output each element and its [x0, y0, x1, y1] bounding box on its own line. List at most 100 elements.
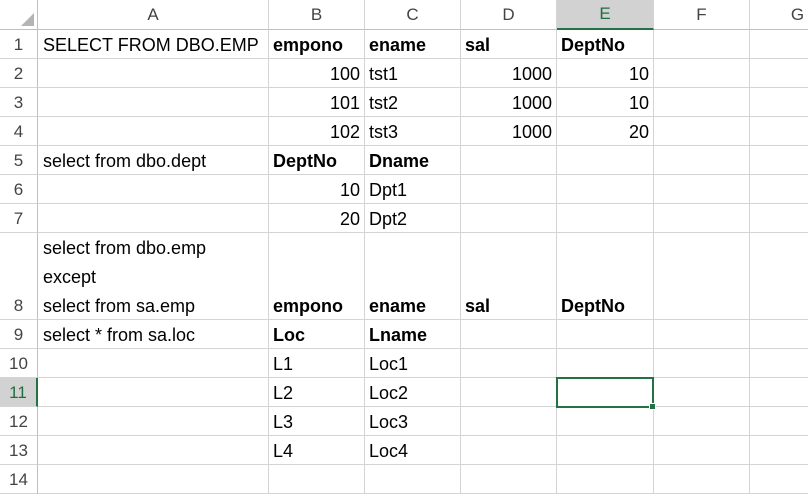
- grid-cell-a2[interactable]: [38, 59, 269, 88]
- grid-cell-f13[interactable]: [654, 436, 750, 465]
- row-header-8[interactable]: 8: [0, 233, 38, 320]
- grid-cell-d13[interactable]: [461, 436, 557, 465]
- grid-cell-e9[interactable]: [557, 320, 654, 349]
- grid-cell-g7[interactable]: [750, 204, 808, 233]
- grid-cell-e14[interactable]: [557, 465, 654, 494]
- grid-cell-f7[interactable]: [654, 204, 750, 233]
- grid-cell-f10[interactable]: [654, 349, 750, 378]
- row-header-5[interactable]: 5: [0, 146, 38, 175]
- grid-cell-f3[interactable]: [654, 88, 750, 117]
- grid-cell-e10[interactable]: [557, 349, 654, 378]
- cell-a8-line-3[interactable]: select from sa.emp: [43, 292, 195, 321]
- cell-e1[interactable]: DeptNo: [561, 31, 625, 60]
- grid-cell-g5[interactable]: [750, 146, 808, 175]
- cell-c2[interactable]: tst1: [369, 60, 398, 89]
- cell-c3[interactable]: tst2: [369, 89, 398, 118]
- grid-cell-a14[interactable]: [38, 465, 269, 494]
- cell-a8-line-1[interactable]: select from dbo.emp: [43, 234, 206, 263]
- cell-b11[interactable]: L2: [273, 379, 293, 408]
- cell-c13[interactable]: Loc4: [369, 437, 408, 466]
- cell-c8[interactable]: ename: [369, 292, 426, 321]
- grid-cell-f1[interactable]: [654, 30, 750, 59]
- grid-cell-g14[interactable]: [750, 465, 808, 494]
- grid-cell-g8[interactable]: [750, 233, 808, 320]
- grid-cell-g4[interactable]: [750, 117, 808, 146]
- grid-cell-g2[interactable]: [750, 59, 808, 88]
- cell-c11[interactable]: Loc2: [369, 379, 408, 408]
- grid-cell-g1[interactable]: [750, 30, 808, 59]
- row-header-3[interactable]: 3: [0, 88, 38, 117]
- row-header-12[interactable]: 12: [0, 407, 38, 436]
- grid-cell-a11[interactable]: [38, 378, 269, 407]
- grid-cell-a7[interactable]: [38, 204, 269, 233]
- grid-cell-f14[interactable]: [654, 465, 750, 494]
- row-header-11[interactable]: 11: [0, 378, 38, 407]
- grid-cell-g10[interactable]: [750, 349, 808, 378]
- grid-cell-a4[interactable]: [38, 117, 269, 146]
- cell-b10[interactable]: L1: [273, 350, 293, 379]
- cell-e3[interactable]: 10: [629, 89, 649, 118]
- grid-cell-f11[interactable]: [654, 378, 750, 407]
- row-header-1[interactable]: 1: [0, 30, 38, 59]
- cell-c7[interactable]: Dpt2: [369, 205, 407, 234]
- cell-b8[interactable]: empono: [273, 292, 343, 321]
- grid-cell-g3[interactable]: [750, 88, 808, 117]
- fill-handle[interactable]: [649, 403, 656, 410]
- row-header-10[interactable]: 10: [0, 349, 38, 378]
- column-header-c[interactable]: C: [365, 0, 461, 30]
- grid-cell-f12[interactable]: [654, 407, 750, 436]
- grid-cell-g11[interactable]: [750, 378, 808, 407]
- grid-cell-a10[interactable]: [38, 349, 269, 378]
- cell-c6[interactable]: Dpt1: [369, 176, 407, 205]
- cell-b7[interactable]: 20: [340, 205, 360, 234]
- grid-cell-d14[interactable]: [461, 465, 557, 494]
- grid-cell-e13[interactable]: [557, 436, 654, 465]
- column-header-d[interactable]: D: [461, 0, 557, 30]
- cell-d3[interactable]: 1000: [512, 89, 552, 118]
- grid-cell-e5[interactable]: [557, 146, 654, 175]
- column-header-g[interactable]: G: [750, 0, 808, 30]
- grid-cell-d12[interactable]: [461, 407, 557, 436]
- grid-cell-e7[interactable]: [557, 204, 654, 233]
- grid-cell-d10[interactable]: [461, 349, 557, 378]
- grid-cell-a13[interactable]: [38, 436, 269, 465]
- cell-d8[interactable]: sal: [465, 292, 490, 321]
- grid-cell-f6[interactable]: [654, 175, 750, 204]
- cell-b5[interactable]: DeptNo: [273, 147, 337, 176]
- cell-d4[interactable]: 1000: [512, 118, 552, 147]
- grid-cell-b14[interactable]: [269, 465, 365, 494]
- cell-b3[interactable]: 101: [330, 89, 360, 118]
- column-header-f[interactable]: F: [654, 0, 750, 30]
- cell-e8[interactable]: DeptNo: [561, 292, 625, 321]
- cell-c10[interactable]: Loc1: [369, 350, 408, 379]
- column-header-e[interactable]: E: [557, 0, 654, 30]
- cell-b6[interactable]: 10: [340, 176, 360, 205]
- cell-a9[interactable]: select * from sa.loc: [43, 321, 195, 350]
- cell-b13[interactable]: L4: [273, 437, 293, 466]
- row-header-14[interactable]: 14: [0, 465, 38, 494]
- grid-cell-g13[interactable]: [750, 436, 808, 465]
- spreadsheet-grid[interactable]: A B C D E F G 1 2 3 4 5 6 7 8 9 10 11 12…: [0, 0, 808, 494]
- cell-c4[interactable]: tst3: [369, 118, 398, 147]
- cell-b4[interactable]: 102: [330, 118, 360, 147]
- grid-cell-d9[interactable]: [461, 320, 557, 349]
- grid-cell-e6[interactable]: [557, 175, 654, 204]
- select-all-button[interactable]: [0, 0, 38, 30]
- grid-cell-g9[interactable]: [750, 320, 808, 349]
- cell-d2[interactable]: 1000: [512, 60, 552, 89]
- grid-cell-e11[interactable]: [557, 378, 654, 407]
- grid-cell-f2[interactable]: [654, 59, 750, 88]
- row-header-9[interactable]: 9: [0, 320, 38, 349]
- grid-cell-c14[interactable]: [365, 465, 461, 494]
- column-header-a[interactable]: A: [38, 0, 269, 30]
- row-header-4[interactable]: 4: [0, 117, 38, 146]
- grid-cell-f5[interactable]: [654, 146, 750, 175]
- grid-cell-d6[interactable]: [461, 175, 557, 204]
- grid-cell-f8[interactable]: [654, 233, 750, 320]
- grid-cell-a3[interactable]: [38, 88, 269, 117]
- cell-e2[interactable]: 10: [629, 60, 649, 89]
- cell-e4[interactable]: 20: [629, 118, 649, 147]
- cell-b1[interactable]: empono: [273, 31, 343, 60]
- row-header-7[interactable]: 7: [0, 204, 38, 233]
- grid-cell-f9[interactable]: [654, 320, 750, 349]
